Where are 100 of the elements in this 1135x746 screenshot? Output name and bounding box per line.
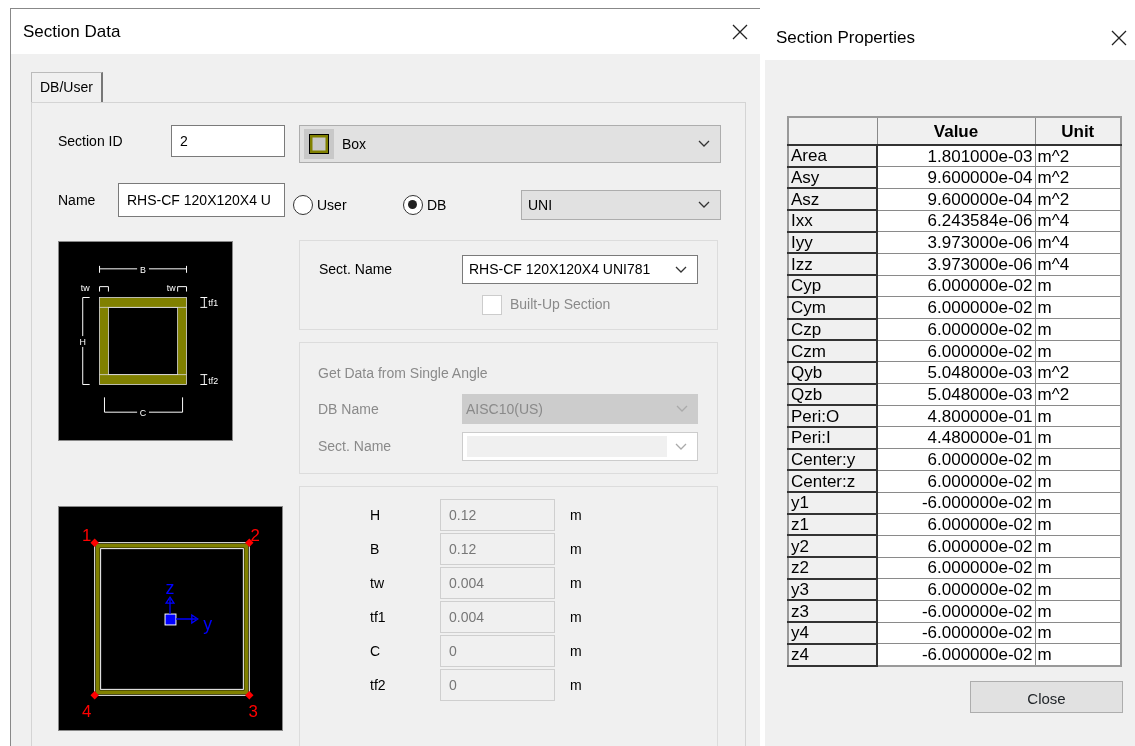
column-header: Value: [877, 117, 1035, 145]
row-header: Area: [788, 145, 877, 167]
dimension-label: tw: [370, 573, 385, 593]
dimension-label: tf1: [208, 298, 219, 309]
row-header: Iyy: [788, 231, 877, 254]
row-header: z1: [788, 513, 877, 536]
row-header: Cym: [788, 296, 877, 319]
radio-label: User: [317, 195, 347, 215]
row-header: z2: [788, 557, 877, 579]
chevron-down-icon: [675, 265, 687, 274]
row-header: Asz: [788, 188, 877, 211]
field-label: Sect. Name: [319, 260, 393, 279]
radio-button[interactable]: [403, 195, 423, 215]
axis-label: y: [203, 613, 213, 634]
box-section-icon: [304, 129, 334, 159]
window-title: Section Data: [23, 20, 121, 43]
row-header: Czp: [788, 318, 877, 341]
table-cell: -6.000000e-02: [877, 492, 1035, 514]
table-cell: 4.480000e-01: [877, 426, 1035, 449]
row-header: y3: [788, 578, 877, 601]
section-type-dropdown[interactable]: Box: [299, 125, 721, 163]
unit-label: m: [570, 539, 582, 559]
dimension-label: tw: [166, 282, 176, 293]
row-header: y1: [788, 492, 877, 514]
table-cell: -6.000000e-02: [877, 643, 1035, 666]
table-cell: 6.000000e-02: [877, 535, 1035, 558]
dropdown-value: Box: [342, 134, 367, 154]
table-cell: 6.000000e-02: [877, 470, 1035, 492]
table-cell: 6.000000e-02: [877, 340, 1035, 362]
field-label: Name: [58, 190, 96, 210]
table-cell: 6.000000e-02: [877, 296, 1035, 319]
radio-label: DB: [427, 195, 447, 215]
close-button[interactable]: Close: [970, 680, 1123, 713]
chevron-down-icon: [676, 405, 688, 413]
database-dropdown[interactable]: UNI: [521, 190, 721, 220]
row-header: Ixx: [788, 210, 877, 232]
node-label: 1: [82, 525, 92, 545]
table-cell: 6.000000e-02: [877, 513, 1035, 536]
row-header: z4: [788, 643, 877, 666]
row-header: Qzb: [788, 383, 877, 406]
row-header: Czm: [788, 340, 877, 362]
section-id-field[interactable]: 2: [171, 125, 285, 157]
tab[interactable]: DB/User: [31, 72, 103, 102]
group-title: Get Data from Single Angle: [318, 364, 489, 383]
dimension-label: B: [370, 539, 381, 559]
table-cell: 1.801000e-03: [877, 145, 1035, 167]
section-name-dropdown[interactable]: RHS-CF 120X120X4 UNI781: [462, 255, 698, 284]
axis-arrows: [164, 596, 199, 626]
dimension-label: C: [370, 641, 382, 661]
unit-label: m: [570, 505, 582, 525]
close-icon[interactable]: [732, 23, 748, 40]
field-label: DB Name: [318, 399, 379, 419]
table-cell: 5.048000e-03: [877, 361, 1035, 384]
unit-label: m: [570, 641, 582, 661]
row-header: y2: [788, 535, 877, 558]
column-header: Unit: [1035, 117, 1121, 145]
unit-label: m: [570, 607, 582, 627]
row-header: Izz: [788, 253, 877, 276]
chevron-down-icon: [675, 442, 687, 451]
table-cell: 6.000000e-02: [877, 557, 1035, 579]
checkbox-label: Built-Up Section: [510, 295, 611, 314]
node-label: 4: [82, 702, 92, 722]
table-cell: 4.800000e-01: [877, 405, 1035, 427]
dimension-label: tw: [80, 282, 90, 293]
node-marker: [90, 538, 99, 547]
table-cell: 6.243584e-06: [877, 210, 1035, 232]
chevron-down-icon: [698, 201, 710, 209]
name-field[interactable]: RHS-CF 120X120X4 U: [118, 183, 285, 217]
radio-option[interactable]: User: [293, 194, 403, 216]
table-cell: 5.048000e-03: [877, 383, 1035, 406]
node-marker: [90, 691, 99, 700]
dropdown-value: RHS-CF 120X120X4 UNI781: [469, 260, 651, 279]
dropdown-value: UNI: [528, 195, 553, 215]
row-header: z3: [788, 600, 877, 623]
field-label: Section ID: [58, 131, 123, 151]
dimension-label: tf1: [370, 607, 387, 627]
row-header: Center:y: [788, 448, 877, 471]
dimension-label: H: [370, 505, 382, 525]
close-icon[interactable]: [1111, 29, 1127, 46]
radio-option[interactable]: DB: [403, 194, 521, 216]
table-cell: 3.973000e-06: [877, 231, 1035, 254]
dimension-label: H: [79, 336, 86, 347]
table-cell: 3.973000e-06: [877, 253, 1035, 276]
row-header: Center:z: [788, 470, 877, 492]
dimension-label: tf2: [208, 375, 219, 386]
unit-label: m: [570, 573, 582, 593]
row-header: Cyp: [788, 275, 877, 297]
axis-label: z: [165, 578, 175, 599]
radio-button[interactable]: [293, 195, 313, 215]
row-header: Qyb: [788, 361, 877, 384]
table-cell: 6.000000e-02: [877, 318, 1035, 341]
node-label: 2: [250, 525, 260, 545]
row-header: Asy: [788, 166, 877, 189]
dimension-label: C: [139, 408, 147, 419]
table-cell: 9.600000e-04: [877, 166, 1035, 189]
table-cell: -6.000000e-02: [877, 600, 1035, 623]
row-header: Peri:I: [788, 426, 877, 449]
row-header: Peri:O: [788, 405, 877, 427]
dimension-label: tf2: [370, 675, 387, 695]
table-cell: 6.000000e-02: [877, 578, 1035, 601]
